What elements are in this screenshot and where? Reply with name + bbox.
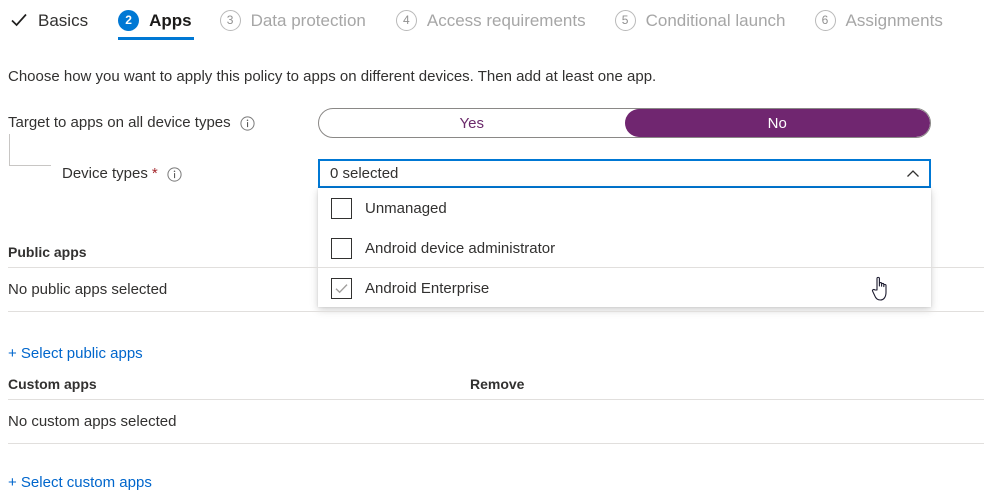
toggle-option-no[interactable]: No xyxy=(624,109,930,137)
public-apps-empty-text: No public apps selected xyxy=(8,281,168,298)
device-types-label: Device types * xyxy=(62,165,182,182)
checkbox-unchecked-icon[interactable] xyxy=(331,197,352,219)
page-description: Choose how you want to apply this policy… xyxy=(8,68,657,85)
dropdown-option-label: Unmanaged xyxy=(365,199,447,217)
column-header-public-apps: Public apps xyxy=(8,244,87,260)
required-asterisk: * xyxy=(151,165,158,182)
wizard-step-conditional-launch[interactable]: 5 Conditional launch xyxy=(614,0,786,40)
dropdown-option-unmanaged[interactable]: Unmanaged xyxy=(318,188,931,228)
checkmark-icon xyxy=(10,11,28,29)
wizard-step-assignments[interactable]: 6 Assignments xyxy=(814,0,943,40)
step-number-badge: 3 xyxy=(219,9,241,31)
wizard-step-label: Data protection xyxy=(250,10,366,30)
wizard-step-label: Access requirements xyxy=(426,10,586,30)
toggle-option-yes[interactable]: Yes xyxy=(319,109,625,137)
step-number-badge: 4 xyxy=(395,9,417,31)
wizard-step-data-protection[interactable]: 3 Data protection xyxy=(219,0,366,40)
wizard-step-label: Basics xyxy=(38,10,89,30)
chevron-up-icon[interactable] xyxy=(905,166,921,182)
target-all-device-types-label: Target to apps on all device types xyxy=(8,114,255,131)
active-tab-underline xyxy=(118,37,194,40)
wizard-step-basics[interactable]: Basics xyxy=(10,0,88,40)
select-public-apps-link[interactable]: + Select public apps xyxy=(8,345,143,362)
info-icon[interactable] xyxy=(167,167,182,182)
table-row: No custom apps selected xyxy=(8,400,984,444)
table-header-row: Public apps xyxy=(8,238,984,268)
field-label-text: Target to apps on all device types xyxy=(8,114,231,131)
step-number-badge: 5 xyxy=(614,9,636,31)
custom-apps-table: Custom apps Remove No custom apps select… xyxy=(8,370,984,444)
wizard-step-label: Assignments xyxy=(845,10,943,30)
table-header-row: Custom apps Remove xyxy=(8,370,984,400)
step-number-badge: 2 xyxy=(118,9,140,31)
target-all-device-types-toggle[interactable]: Yes No xyxy=(318,108,931,138)
table-row: No public apps selected xyxy=(8,268,984,312)
field-connector-line xyxy=(9,134,51,166)
wizard-step-label: Apps xyxy=(149,10,192,30)
wizard-step-access-requirements[interactable]: 4 Access requirements xyxy=(395,0,586,40)
column-header-custom-apps: Custom apps xyxy=(8,376,97,392)
device-types-combobox[interactable]: 0 selected xyxy=(318,159,931,188)
info-icon[interactable] xyxy=(240,116,255,131)
public-apps-table: Public apps No public apps selected xyxy=(8,238,984,312)
wizard-step-label: Conditional launch xyxy=(645,10,786,30)
step-number-badge: 6 xyxy=(814,9,836,31)
custom-apps-empty-text: No custom apps selected xyxy=(8,413,177,430)
combobox-value: 0 selected xyxy=(330,165,399,182)
select-custom-apps-link[interactable]: + Select custom apps xyxy=(8,474,152,491)
column-header-remove: Remove xyxy=(470,376,525,392)
wizard-step-apps[interactable]: 2 Apps xyxy=(118,0,192,40)
field-label-text: Device types xyxy=(62,165,148,182)
